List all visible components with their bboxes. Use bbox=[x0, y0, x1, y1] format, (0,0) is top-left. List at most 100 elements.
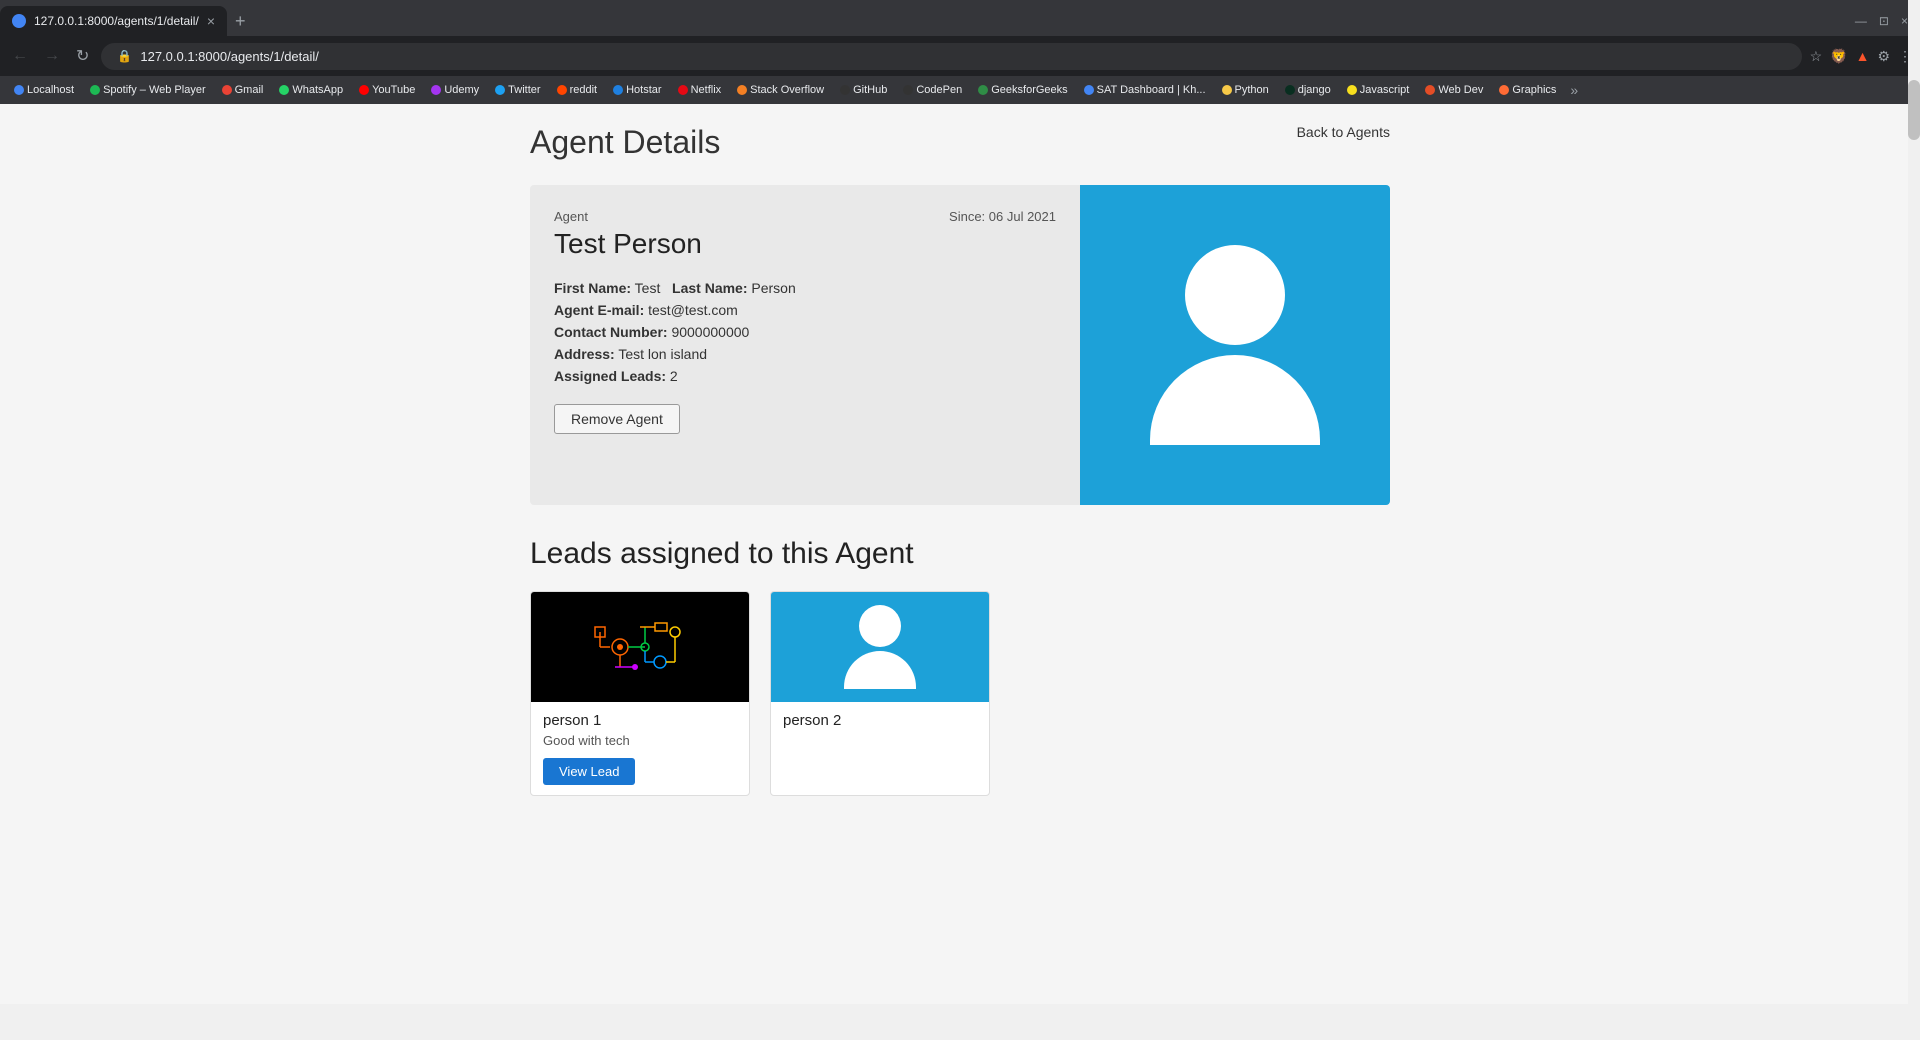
bookmark-stackoverflow[interactable]: Stack Overflow bbox=[731, 82, 830, 98]
bookmark-label: YouTube bbox=[372, 84, 415, 96]
bookmark-javascript[interactable]: Javascript bbox=[1341, 82, 1416, 98]
page-content: Agent Details Back to Agents Agent Test … bbox=[0, 104, 1920, 1004]
bookmark-github[interactable]: GitHub bbox=[834, 82, 893, 98]
bookmark-label: Stack Overflow bbox=[750, 84, 824, 96]
lead-card-1: person 1 Good with tech View Lead bbox=[530, 591, 750, 796]
avatar-head bbox=[1185, 245, 1285, 345]
circuit-art bbox=[590, 607, 690, 687]
bookmark-favicon bbox=[90, 85, 100, 95]
lead-image-avatar bbox=[771, 592, 989, 702]
forward-button[interactable]: → bbox=[40, 43, 64, 69]
bookmark-geeksforgeeks[interactable]: GeeksforGeeks bbox=[972, 82, 1073, 98]
more-bookmarks-icon[interactable]: » bbox=[1570, 82, 1578, 98]
bookmark-label: Twitter bbox=[508, 84, 540, 96]
address-label: Address: bbox=[554, 346, 615, 362]
lead-body-2: person 2 bbox=[771, 702, 989, 749]
bookmark-label: Gmail bbox=[235, 84, 264, 96]
agent-leads-row: Assigned Leads: 2 bbox=[554, 368, 1056, 384]
bookmark-hotstar[interactable]: Hotstar bbox=[607, 82, 667, 98]
maximize-button[interactable]: ⊡ bbox=[1879, 14, 1889, 28]
bookmark-favicon bbox=[840, 85, 850, 95]
contact-label: Contact Number: bbox=[554, 324, 668, 340]
back-to-agents-link[interactable]: Back to Agents bbox=[1297, 124, 1390, 140]
lead-body-1: person 1 Good with tech View Lead bbox=[531, 702, 749, 795]
view-lead-button-1[interactable]: View Lead bbox=[543, 758, 635, 785]
bookmark-label: reddit bbox=[570, 84, 598, 96]
bookmark-favicon bbox=[1425, 85, 1435, 95]
address-bar-row: ← → ↻ 🔒 127.0.0.1:8000/agents/1/detail/ … bbox=[0, 36, 1920, 76]
bookmarks-bar: Localhost Spotify – Web Player Gmail Wha… bbox=[0, 76, 1920, 104]
tab-title: 127.0.0.1:8000/agents/1/detail/ bbox=[34, 14, 199, 28]
address-bar-right: ☆ 🦁 ▲ ⚙ ⋮ bbox=[1810, 48, 1912, 65]
scrollbar[interactable] bbox=[1908, 0, 1920, 1040]
bookmark-localhost[interactable]: Localhost bbox=[8, 82, 80, 98]
bookmark-spotify[interactable]: Spotify – Web Player bbox=[84, 82, 212, 98]
bookmark-netflix[interactable]: Netflix bbox=[672, 82, 728, 98]
bookmark-django[interactable]: django bbox=[1279, 82, 1337, 98]
main-content: Agent Details Back to Agents Agent Test … bbox=[510, 104, 1410, 836]
bookmark-codepen[interactable]: CodePen bbox=[897, 82, 968, 98]
reload-button[interactable]: ↻ bbox=[72, 42, 93, 70]
page-title: Agent Details bbox=[530, 124, 720, 161]
bookmark-python[interactable]: Python bbox=[1216, 82, 1275, 98]
back-button[interactable]: ← bbox=[8, 43, 32, 69]
bookmark-favicon bbox=[431, 85, 441, 95]
bookmark-label: SAT Dashboard | Kh... bbox=[1097, 84, 1206, 96]
address-text: 127.0.0.1:8000/agents/1/detail/ bbox=[140, 49, 319, 64]
active-tab[interactable]: 127.0.0.1:8000/agents/1/detail/ × bbox=[0, 6, 227, 36]
tab-close-button[interactable]: × bbox=[207, 13, 215, 29]
firstname-label: First Name: bbox=[554, 280, 631, 296]
bookmark-favicon bbox=[737, 85, 747, 95]
bookmark-sat[interactable]: SAT Dashboard | Kh... bbox=[1078, 82, 1212, 98]
avatar-body bbox=[1150, 355, 1320, 445]
bookmark-favicon bbox=[613, 85, 623, 95]
agent-avatar bbox=[1080, 185, 1390, 505]
tab-favicon bbox=[12, 14, 26, 28]
bookmark-favicon bbox=[1084, 85, 1094, 95]
lead-card-2: person 2 bbox=[770, 591, 990, 796]
bookmark-label: CodePen bbox=[916, 84, 962, 96]
address-value: Test lon island bbox=[618, 346, 707, 362]
agent-contact-row: Contact Number: 9000000000 bbox=[554, 324, 1056, 340]
avatar-figure bbox=[1150, 245, 1320, 445]
lead-avatar-body bbox=[844, 651, 916, 689]
bookmark-reddit[interactable]: reddit bbox=[551, 82, 604, 98]
remove-agent-button[interactable]: Remove Agent bbox=[554, 404, 680, 434]
close-button[interactable]: × bbox=[1901, 14, 1908, 28]
bookmark-icon[interactable]: ☆ bbox=[1810, 48, 1823, 65]
bookmark-favicon bbox=[903, 85, 913, 95]
lead-name-1: person 1 bbox=[543, 712, 737, 729]
leads-grid: person 1 Good with tech View Lead pe bbox=[530, 591, 1390, 796]
bookmark-favicon bbox=[678, 85, 688, 95]
scrollbar-thumb[interactable] bbox=[1908, 80, 1920, 140]
leads-label: Assigned Leads: bbox=[554, 368, 666, 384]
bookmark-label: Localhost bbox=[27, 84, 74, 96]
browser-chrome: 127.0.0.1:8000/agents/1/detail/ × + — ⊡ … bbox=[0, 0, 1920, 104]
brave-icon: 🦁 bbox=[1830, 48, 1847, 65]
lead-avatar-head bbox=[859, 605, 901, 647]
bookmark-label: GeeksforGeeks bbox=[991, 84, 1067, 96]
bookmark-label: Web Dev bbox=[1438, 84, 1483, 96]
agent-card: Agent Test Person Since: 06 Jul 2021 Fir… bbox=[530, 185, 1390, 505]
bookmark-favicon bbox=[279, 85, 289, 95]
new-tab-button[interactable]: + bbox=[227, 11, 254, 32]
bookmark-gmail[interactable]: Gmail bbox=[216, 82, 270, 98]
bookmark-whatsapp[interactable]: WhatsApp bbox=[273, 82, 349, 98]
leads-section: Leads assigned to this Agent bbox=[530, 537, 1390, 796]
minimize-button[interactable]: — bbox=[1855, 14, 1867, 28]
bookmark-favicon bbox=[222, 85, 232, 95]
agent-address-row: Address: Test lon island bbox=[554, 346, 1056, 362]
bookmark-twitter[interactable]: Twitter bbox=[489, 82, 546, 98]
bookmark-youtube[interactable]: YouTube bbox=[353, 82, 421, 98]
address-bar[interactable]: 🔒 127.0.0.1:8000/agents/1/detail/ bbox=[101, 43, 1801, 70]
bookmark-webdev[interactable]: Web Dev bbox=[1419, 82, 1489, 98]
bookmark-favicon bbox=[1285, 85, 1295, 95]
agent-label: Agent bbox=[554, 209, 702, 224]
extensions-icon[interactable]: ⚙ bbox=[1877, 48, 1890, 65]
bookmark-favicon bbox=[1222, 85, 1232, 95]
bookmark-graphics[interactable]: Graphics bbox=[1493, 82, 1562, 98]
email-label: Agent E-mail: bbox=[554, 302, 644, 318]
lead-name-2: person 2 bbox=[783, 712, 977, 729]
bookmark-label: Udemy bbox=[444, 84, 479, 96]
bookmark-udemy[interactable]: Udemy bbox=[425, 82, 485, 98]
